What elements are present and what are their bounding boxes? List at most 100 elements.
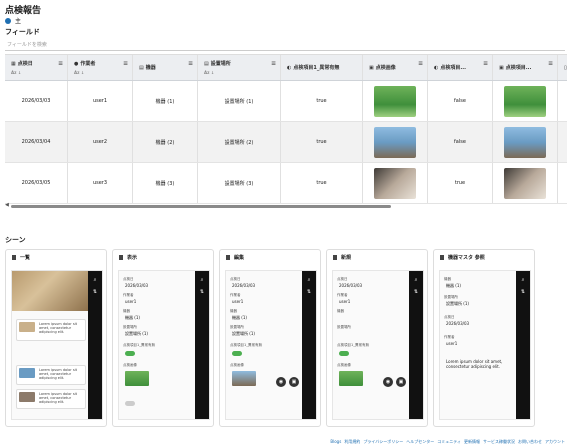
scene-card-list[interactable]: 一覧 ⌕ ⇅ Lorem ipsum dolor sit amet, consec… [5, 249, 107, 427]
search-icon: ⌕ [414, 277, 418, 283]
sort-icon: ⇅ [413, 289, 419, 295]
search-icon: ⌕ [521, 277, 525, 283]
scene-card-view[interactable]: 表示 ⌕ ⇅ 点検日 2026/03/03 作業者 user1 機器 機器 (1)… [112, 249, 214, 427]
field-search-input[interactable]: フィールドを検索 [5, 38, 565, 51]
scene-icon [440, 255, 444, 260]
table-header-row: ▦ 点検日 ≡ Az ↓ ● 作業者 ≡ Az ↓ ▤ 機器 ≡ ▤ 設置場所 ≡ Az… [5, 55, 567, 81]
table-row[interactable]: 2026/03/03 user1 機器 (1) 設置場所 (1) true fa… [5, 81, 567, 122]
column-header-image2[interactable]: ▣ 点検項目... ≡ [493, 55, 558, 80]
scroll-left-icon[interactable]: ◀ [5, 202, 9, 208]
gallery-icon[interactable]: ▣ [289, 377, 299, 387]
doc-icon: ▯ [564, 64, 567, 71]
footer-link[interactable]: アカウント [545, 439, 565, 445]
preview-photo [232, 371, 256, 386]
cell-device: 機器 (2) [133, 122, 198, 162]
cell-worker: user3 [68, 163, 133, 203]
cell-worker: user1 [68, 81, 133, 121]
scene-title: 新規 [341, 255, 352, 261]
cell-image1 [363, 81, 428, 121]
list-item[interactable]: Lorem ipsum dolor sit amet, consectetur … [16, 389, 86, 409]
app-page: { "page_title": "点検報告", "tab": {"label":… [0, 0, 567, 447]
toggle-icon: ◐ [287, 64, 292, 71]
cell-device: 機器 (3) [133, 163, 198, 203]
camera-icon[interactable]: ◉ [276, 377, 286, 387]
preview-photo [339, 371, 363, 386]
inspection-photo [504, 85, 546, 117]
footer-link[interactable]: プライバシーポリシー [363, 439, 403, 445]
flag-toggle[interactable] [232, 351, 242, 356]
scene-card-master-ref[interactable]: 機器マスタ 参照 ⌕ ⇅ 機器 機器 (1) 設置場所 設置場所 (1) 点検日 … [433, 249, 535, 427]
phone-preview: ⌕ ⇅ 機器 機器 (1) 設置場所 設置場所 (1) 点検日 2026/03/0… [439, 270, 531, 420]
column-header-more[interactable]: ▯点 [558, 55, 567, 80]
cell-place: 設置場所 (3) [198, 163, 281, 203]
main-tab[interactable]: 主 [5, 16, 21, 25]
column-menu-icon[interactable]: ≡ [58, 60, 63, 67]
scene-title: 機器マスタ 参照 [448, 255, 485, 261]
footer-link[interactable]: コミュニティ [437, 439, 461, 445]
cell-image2 [493, 81, 558, 121]
gallery-icon[interactable]: ▣ [396, 377, 406, 387]
table-row[interactable]: 2026/03/04 user2 機器 (2) 設置場所 (2) true fa… [5, 122, 567, 163]
footer-link[interactable]: サービス稼働状況 [483, 439, 515, 445]
column-header-worker[interactable]: ● 作業者 ≡ Az ↓ [68, 55, 133, 80]
cell-flag1: true [281, 122, 363, 162]
column-header-device[interactable]: ▤ 機器 ≡ [133, 55, 198, 80]
preview-photo [12, 271, 90, 311]
flag-toggle [125, 401, 135, 406]
toggle-icon: ◐ [434, 64, 439, 71]
column-menu-icon[interactable]: ≡ [418, 60, 423, 67]
footer-link[interactable]: ヘルプセンター [406, 439, 434, 445]
column-header-date[interactable]: ▦ 点検日 ≡ Az ↓ [5, 55, 68, 80]
footer-links: Blogs 利用規約 プライバシーポリシー ヘルプセンター コミュニティ 更新情… [330, 439, 565, 445]
scrollbar-thumb[interactable] [11, 205, 391, 208]
column-menu-icon[interactable]: ≡ [123, 60, 128, 67]
scene-icon [333, 255, 337, 260]
image-icon: ▣ [499, 64, 504, 71]
column-menu-icon[interactable]: ≡ [548, 60, 553, 67]
cell-place: 設置場所 (1) [198, 81, 281, 121]
column-header-flag2[interactable]: ◐ 点検項目... ≡ [428, 55, 493, 80]
cell-device: 機器 (1) [133, 81, 198, 121]
search-icon: ⌕ [200, 277, 204, 283]
phone-preview: ⌕ ⇅ 点検日 2026/03/03 作業者 user1 機器 機器 (1) 設置… [118, 270, 210, 420]
column-menu-icon[interactable]: ≡ [483, 60, 488, 67]
cell-image1 [363, 122, 428, 162]
table-horizontal-scrollbar[interactable]: ◀ [5, 202, 565, 209]
inspection-photo [374, 85, 416, 117]
sort-icon: ⇅ [92, 289, 98, 295]
search-icon: ⌕ [307, 277, 311, 283]
search-icon: ⌕ [93, 277, 97, 283]
cell-date: 2026/03/03 [5, 81, 68, 121]
footer-link[interactable]: Blogs [330, 439, 341, 445]
image-icon: ▣ [369, 64, 374, 71]
flag-toggle[interactable] [339, 351, 349, 356]
list-item[interactable]: Lorem ipsum dolor sit amet, consectetur … [16, 319, 86, 341]
cell-image2 [493, 122, 558, 162]
preview-photo [125, 371, 149, 386]
data-table: ▦ 点検日 ≡ Az ↓ ● 作業者 ≡ Az ↓ ▤ 機器 ≡ ▤ 設置場所 ≡ Az… [5, 54, 567, 204]
table-row[interactable]: 2026/03/05 user3 機器 (3) 設置場所 (3) true tr… [5, 163, 567, 204]
scene-icon [226, 255, 230, 260]
column-header-flag1[interactable]: ◐ 点検項目1_異常有無 [281, 55, 363, 80]
column-header-place[interactable]: ▤ 設置場所 ≡ Az ↓ [198, 55, 281, 80]
scene-title: 編集 [234, 255, 245, 261]
column-menu-icon[interactable]: ≡ [271, 60, 276, 67]
scene-card-new[interactable]: 新規 ⌕ ⇅ 点検日 2026/03/03 作業者 user1 機器 設置場所 点… [326, 249, 428, 427]
cell-flag1: true [281, 81, 363, 121]
list-item[interactable]: Lorem ipsum dolor sit amet, consectetur … [16, 365, 86, 385]
sort-icon: ⇅ [520, 289, 526, 295]
footer-link[interactable]: 更新情報 [464, 439, 480, 445]
cell-date: 2026/03/04 [5, 122, 68, 162]
cell-place: 設置場所 (2) [198, 122, 281, 162]
tab-dot-icon [5, 17, 11, 24]
cell-flag1: true [281, 163, 363, 203]
camera-icon[interactable]: ◉ [383, 377, 393, 387]
footer-link[interactable]: お問い合わせ [518, 439, 542, 445]
inspection-photo [504, 167, 546, 199]
flag-toggle [125, 351, 135, 356]
fields-section-label: フィールド [5, 28, 40, 36]
column-menu-icon[interactable]: ≡ [188, 60, 193, 67]
column-header-image1[interactable]: ▣ 点検画像 ≡ [363, 55, 428, 80]
scene-card-edit[interactable]: 編集 ⌕ ⇅ 点検日 2026/03/03 作業者 user1 機器 機器 (1)… [219, 249, 321, 427]
footer-link[interactable]: 利用規約 [344, 439, 360, 445]
